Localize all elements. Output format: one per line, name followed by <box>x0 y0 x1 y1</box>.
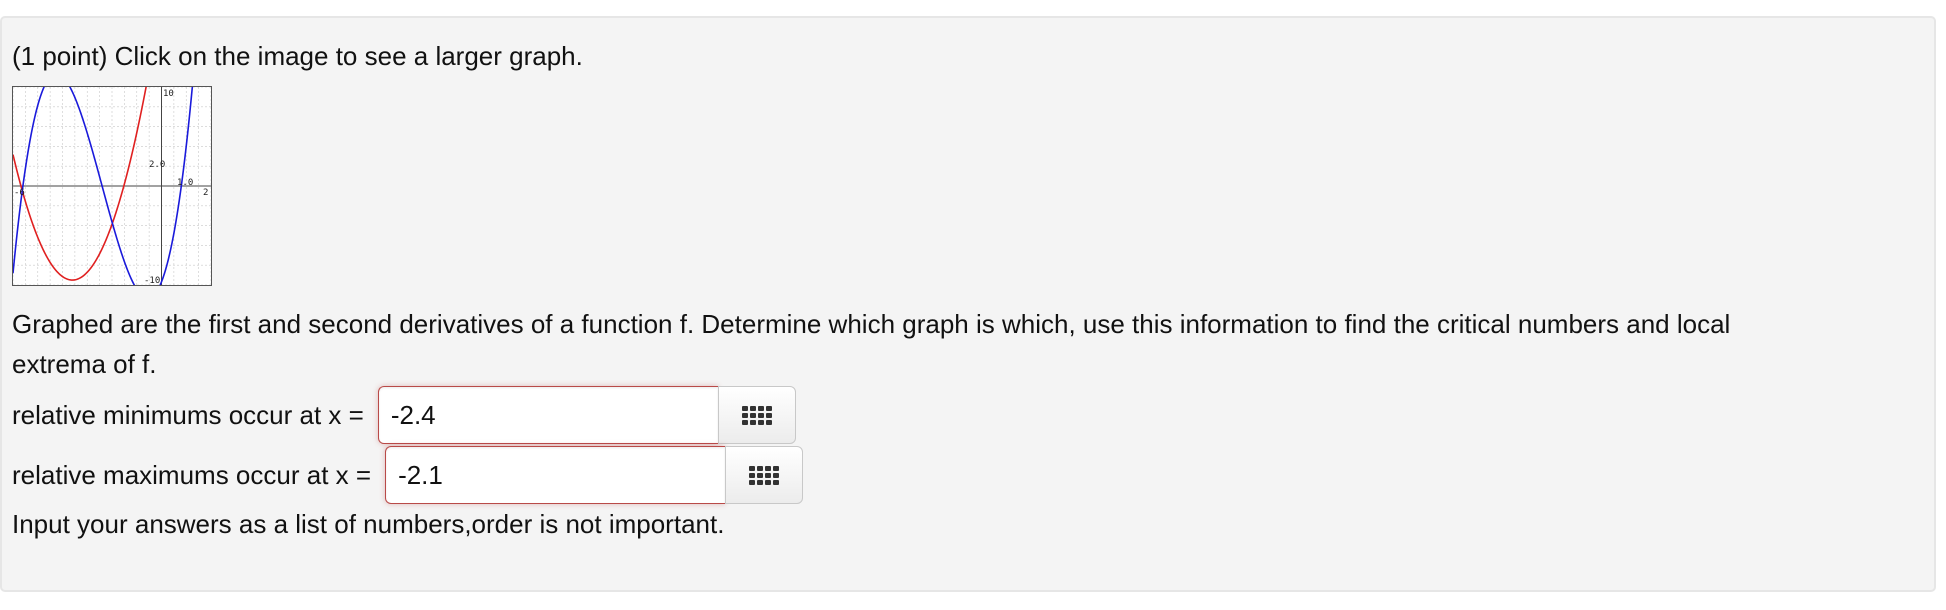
tick-label-y-mid: 2.0 <box>149 160 165 170</box>
minimums-equation-editor-button[interactable] <box>717 386 796 444</box>
grid-icon <box>749 465 780 485</box>
maximums-label: relative maximums occur at x = <box>12 459 372 490</box>
tick-label-y-min: -10 <box>144 276 160 285</box>
tick-label-x-min: -6 <box>14 188 25 198</box>
maximums-answer-row: relative maximums occur at x = <box>12 444 804 506</box>
maximums-equation-editor-button[interactable] <box>725 446 804 504</box>
problem-header: (1 point) Click on the image to see a la… <box>12 41 583 71</box>
maximums-answer-input[interactable] <box>385 446 726 504</box>
problem-statement-line-1: Graphed are the first and second derivat… <box>12 309 1731 339</box>
minimums-answer-input[interactable] <box>377 386 718 444</box>
tick-label-x-mid: 1.0 <box>177 178 193 188</box>
minimums-answer-row: relative minimums occur at x = <box>12 384 796 446</box>
graph-thumbnail-link[interactable]: 10 2.0 1.0 -6 2 -10 <box>12 86 212 286</box>
minimums-label: relative minimums occur at x = <box>12 399 364 430</box>
grid-icon <box>741 405 772 425</box>
derivatives-graph-image[interactable]: 10 2.0 1.0 -6 2 -10 <box>13 87 211 285</box>
problem-statement-line-2: extrema of f. <box>12 349 157 379</box>
tick-label-x-max: 2 <box>203 188 208 198</box>
answer-instruction: Input your answers as a list of numbers,… <box>12 509 725 539</box>
tick-label-y-max: 10 <box>163 89 174 99</box>
